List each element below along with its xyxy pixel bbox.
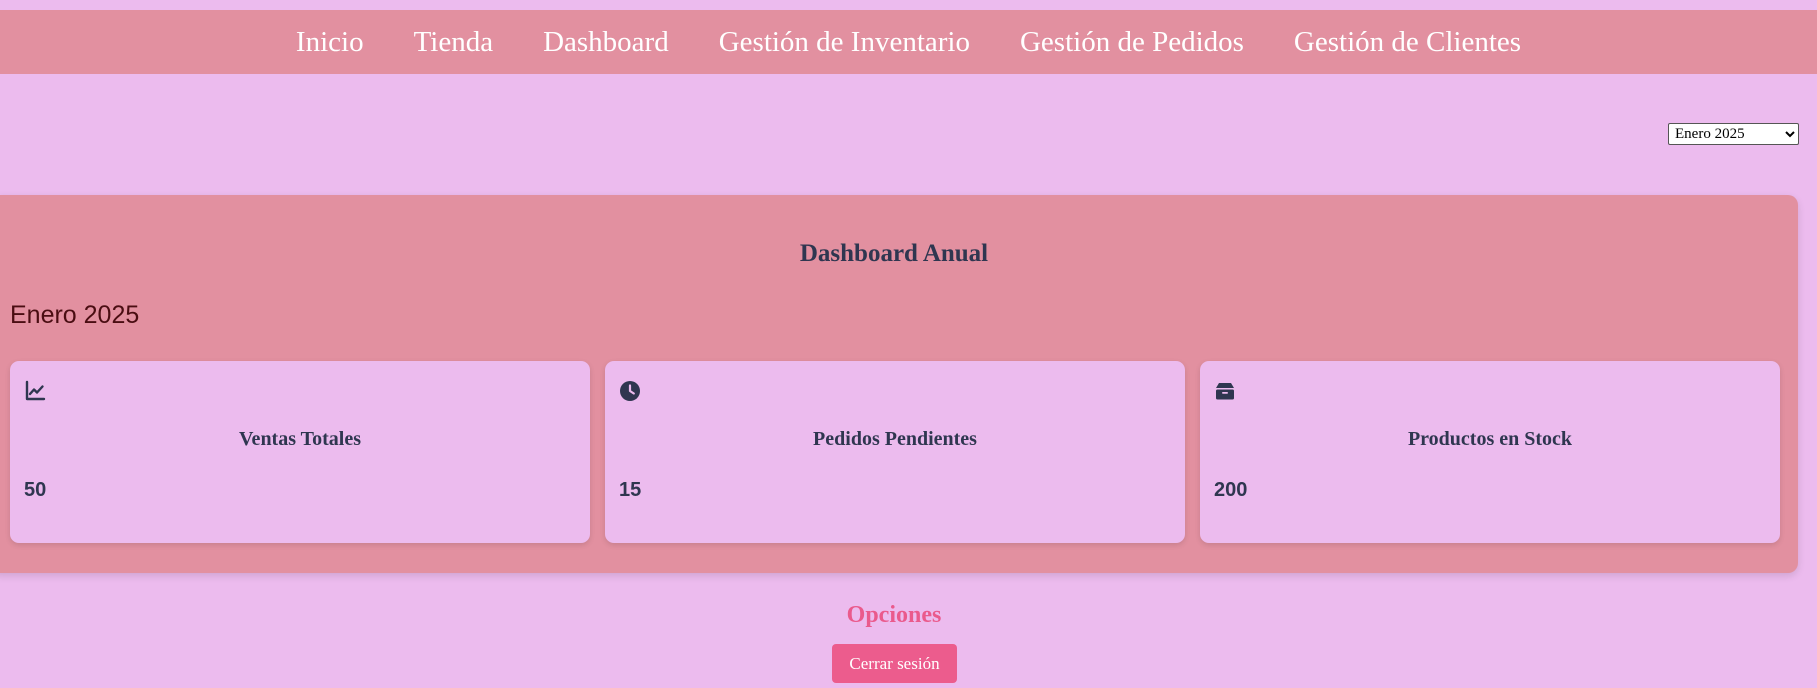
nav-link-dashboard[interactable]: Dashboard: [543, 26, 669, 59]
nav-link-pedidos[interactable]: Gestión de Pedidos: [1020, 26, 1244, 59]
main-navbar: Inicio Tienda Dashboard Gestión de Inven…: [0, 10, 1817, 74]
dashboard-title: Dashboard Anual: [799, 240, 989, 267]
card-value: 15: [619, 479, 642, 501]
dashboard-panel: Dashboard Anual Enero 2025 Ventas Totale…: [0, 195, 1798, 573]
card-title: Productos en Stock: [1407, 428, 1573, 450]
logout-button[interactable]: Cerrar sesión: [832, 644, 957, 683]
card-pedidos-pendientes: Pedidos Pendientes 15: [605, 361, 1185, 543]
card-ventas-totales: Ventas Totales 50: [10, 361, 590, 543]
card-value: 200: [1214, 479, 1248, 501]
card-value: 50: [24, 479, 47, 501]
box-icon: [1216, 383, 1234, 400]
month-select[interactable]: Enero 2025: [1668, 123, 1799, 145]
nav-link-clientes[interactable]: Gestión de Clientes: [1294, 26, 1521, 59]
nav-link-inicio[interactable]: Inicio: [296, 26, 364, 59]
chart-line-icon: [25, 380, 46, 401]
nav-link-inventario[interactable]: Gestión de Inventario: [719, 26, 970, 59]
dashboard-period: Enero 2025: [10, 301, 140, 329]
clock-icon: [620, 381, 640, 401]
card-title: Ventas Totales: [238, 428, 362, 450]
nav-link-tienda[interactable]: Tienda: [414, 26, 494, 59]
options-title: Opciones: [846, 602, 942, 628]
card-title: Pedidos Pendientes: [813, 428, 977, 450]
card-productos-stock: Productos en Stock 200: [1200, 361, 1780, 543]
